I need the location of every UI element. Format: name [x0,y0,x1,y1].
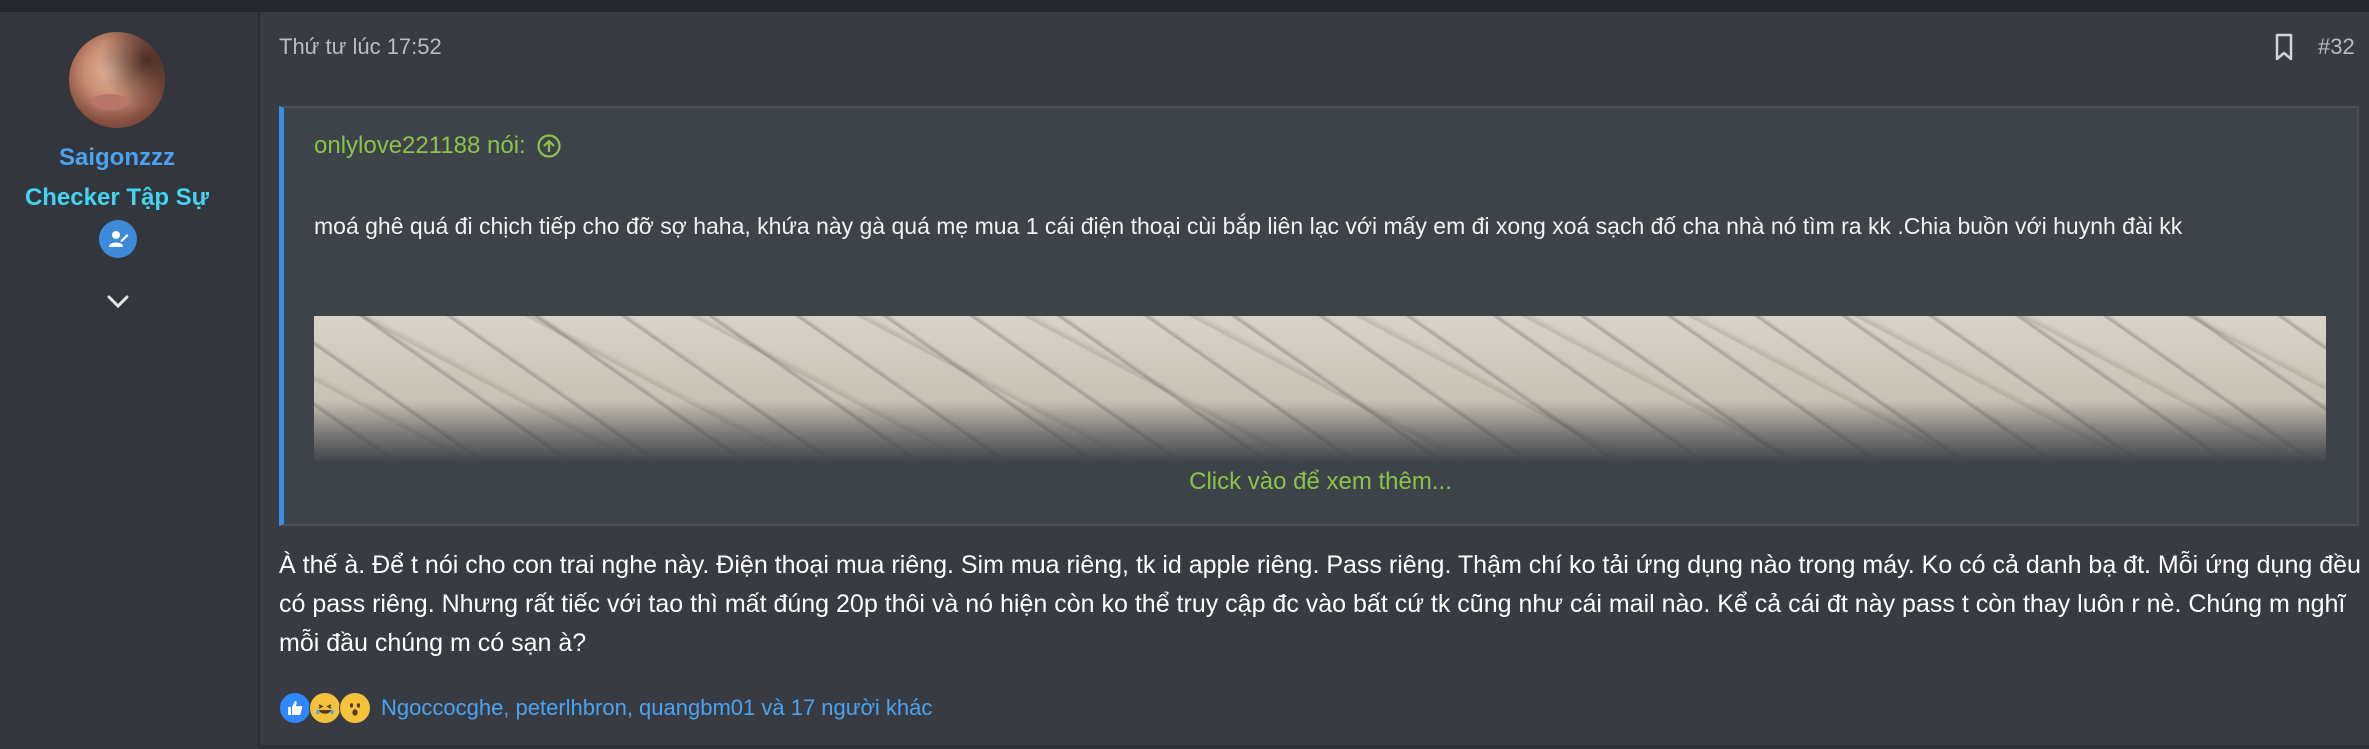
post-number-link[interactable]: #32 [2318,34,2355,60]
chevron-down-icon[interactable] [104,292,132,312]
bookmark-icon[interactable] [2272,32,2296,62]
post-date[interactable]: Thứ tư lúc 17:52 [279,34,442,60]
reaction-users-link[interactable]: Ngoccocghe, peterlhbron, quangbm01 và 17… [381,695,932,721]
expand-quote-link[interactable]: Click vào để xem thêm... [284,468,2357,496]
top-bar [0,0,2369,12]
wow-icon [339,692,371,724]
quote-block: onlylove221188 nói: moá ghê quá đi chịch… [279,106,2359,526]
haha-icon [309,692,341,724]
like-icon [279,692,311,724]
quote-text: moá ghê quá đi chịch tiếp cho đỡ sợ haha… [314,213,2183,239]
post-divider [258,745,2369,749]
arrow-up-circle-icon[interactable] [536,133,562,159]
avatar[interactable] [69,32,165,128]
quote-author[interactable]: onlylove221188 nói: [314,132,526,160]
quoted-image[interactable] [314,316,2326,461]
post-main: Thứ tư lúc 17:52 #32 onlylove221188 nói:… [260,12,2369,749]
user-title: Checker Tập Sự [24,184,210,211]
forum-post: Saigonzzz Checker Tập Sự Thứ tư lúc 17:5… [0,12,2369,749]
reactions-bar: Ngoccocghe, peterlhbron, quangbm01 và 17… [279,692,932,724]
user-info-column: Saigonzzz Checker Tập Sự [0,12,260,749]
post-body: À thế à. Để t nói cho con trai nghe này.… [279,551,2361,657]
username-link[interactable]: Saigonzzz [0,144,234,172]
reaction-icons[interactable] [279,692,371,724]
user-badge-icon[interactable] [99,220,137,258]
quote-header[interactable]: onlylove221188 nói: [314,132,562,160]
